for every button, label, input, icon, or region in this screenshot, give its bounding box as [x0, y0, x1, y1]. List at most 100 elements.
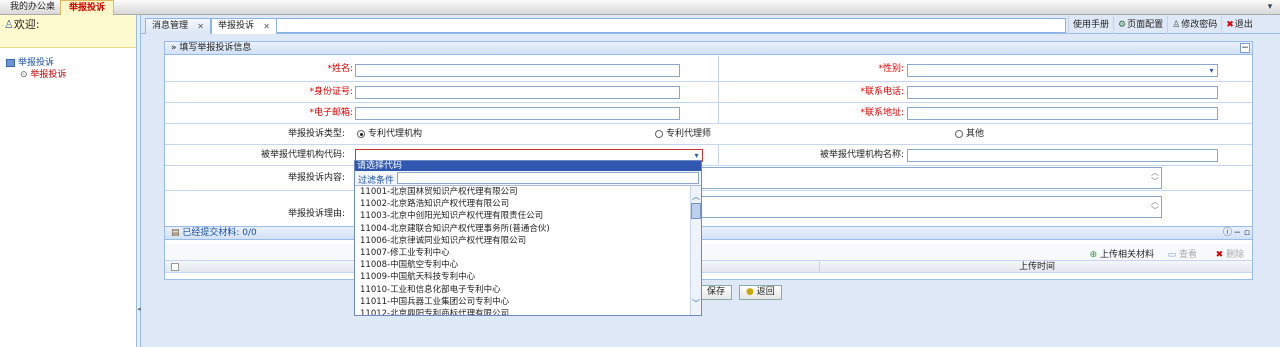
scroll-arrows-icon: ︿ ﹀ [1151, 168, 1159, 186]
chevron-down-icon[interactable]: ﹀ [692, 298, 700, 309]
dropdown-option[interactable]: 11007-修工业专利中心 [355, 247, 690, 259]
collapse-icon[interactable]: − [1240, 43, 1250, 53]
scrollbar-thumb[interactable] [691, 203, 701, 219]
tree-item-report-child[interactable]: ⊙ 举报投诉 [20, 67, 66, 80]
view-label: 查看 [1178, 250, 1197, 260]
top-toolbar: 使用手册 ⚙页面配置 ♙修改密码 ✖退出 [1068, 16, 1280, 34]
report-form-panel: » 填写举报投诉信息 − *姓名: *性别: ▾ *身份证号: *联系电话: *… [164, 41, 1253, 227]
close-icon[interactable]: ✕ [263, 19, 270, 34]
reason-label: 举报投诉理由: [287, 209, 345, 219]
radio-other[interactable]: 其他 [955, 127, 984, 141]
gender-label: *性别: [878, 64, 904, 74]
user-icon: ♙ [1172, 20, 1181, 30]
dropdown-scrollbar[interactable]: ︿ ﹀ [690, 186, 701, 315]
name-input[interactable] [355, 64, 680, 77]
filter-label: 过滤条件 [358, 176, 395, 186]
document-icon: ▤ [171, 228, 180, 238]
attachments-header: ▤ 已经提交材料: 0/0 ⓘ − ▫ [165, 227, 1252, 240]
radio-agency-label: 专利代理机构 [368, 129, 423, 139]
user-icon: ♙ [4, 18, 14, 31]
phone-label: *联系电话: [860, 87, 904, 97]
upload-label: 上传相关材料 [1099, 250, 1154, 260]
form-row-type: 举报投诉类型: 专利代理机构 专利代理师 其他 [165, 124, 1252, 145]
page-config-button[interactable]: ⚙页面配置 [1113, 16, 1167, 34]
agency-name-input[interactable] [907, 149, 1218, 162]
name-label: *姓名: [327, 64, 353, 74]
scroll-arrows-icon: ︿ ﹀ [1151, 197, 1159, 215]
top-tab-bar: 我的办公桌 举报投诉 ▾ [0, 0, 1280, 15]
view-icon: ▭ [1167, 250, 1177, 260]
id-label: *身份证号: [309, 87, 353, 97]
attachments-grid-header: 上传时间 [165, 261, 1252, 273]
dropdown-option[interactable]: 11003-北京中创阳光知识产权代理有限责任公司 [355, 210, 690, 222]
dropdown-option[interactable]: 11008-中国航空专利中心 [355, 259, 690, 271]
dropdown-option[interactable]: 11010-工业和信息化部电子专利中心 [355, 284, 690, 296]
chevron-down-icon[interactable]: ▾ [1264, 1, 1276, 13]
minimize-icon[interactable]: − [1233, 227, 1241, 240]
id-input[interactable] [355, 86, 680, 99]
gender-select[interactable]: ▾ [907, 64, 1218, 77]
radio-agent[interactable]: 专利代理师 [655, 127, 711, 141]
tab-strip-filler [276, 18, 1066, 33]
filter-input[interactable] [397, 172, 699, 184]
select-all-checkbox[interactable] [171, 263, 179, 271]
form-row-email: *电子邮箱: *联系地址: [165, 103, 1252, 124]
dropdown-option[interactable]: 11006-北京律诚同业知识产权代理有限公司 [355, 235, 690, 247]
left-nav-panel: ♙欢迎: 举报投诉 ⊙ 举报投诉 [0, 15, 137, 347]
top-tab-my-desk[interactable]: 我的办公桌 [2, 0, 63, 15]
chevron-down-icon: ▾ [694, 151, 699, 160]
save-button[interactable]: 保存 [700, 285, 733, 300]
back-button[interactable]: ● 返回 [739, 285, 782, 300]
logout-button[interactable]: ✖退出 [1221, 16, 1257, 34]
change-password-label: 修改密码 [1181, 20, 1218, 30]
delete-button[interactable]: ✖ 删除 [1216, 247, 1244, 260]
tab-messages[interactable]: 消息管理 ✕ [145, 18, 211, 34]
address-input[interactable] [907, 107, 1218, 120]
delete-label: 删除 [1225, 250, 1244, 260]
dropdown-option[interactable]: 11011-中国兵器工业集团公司专利中心 [355, 296, 690, 308]
info-icon[interactable]: ⓘ [1223, 227, 1232, 240]
email-label: *电子邮箱: [309, 108, 353, 118]
phone-input[interactable] [907, 86, 1218, 99]
chevron-down-icon: ▾ [1209, 66, 1214, 75]
upload-button[interactable]: ⊕ 上传相关材料 [1090, 247, 1154, 260]
dropdown-list[interactable]: 11001-北京国林贸知识产权代理有限公司 11002-北京路浩知识产权代理有限公… [355, 186, 690, 315]
dropdown-option[interactable]: 11009-中国航天科技专利中心 [355, 271, 690, 283]
maximize-icon[interactable]: ▫ [1244, 227, 1250, 240]
attachments-panel: ▤ 已经提交材料: 0/0 ⓘ − ▫ ⊕ 上传相关材料 ▭ 查看 ✖ 删除 上… [164, 226, 1253, 280]
form-row-content: 举报投诉内容: ︿ ﹀ [165, 166, 1252, 191]
radio-other-label: 其他 [966, 129, 985, 139]
dropdown-option[interactable]: 11001-北京国林贸知识产权代理有限公司 [355, 186, 690, 198]
close-icon[interactable]: ✕ [197, 19, 204, 34]
agency-name-label: 被举报代理机构名称: [819, 150, 904, 160]
welcome-text: 欢迎: [13, 18, 40, 31]
radio-agent-label: 专利代理师 [666, 129, 712, 139]
form-row-name: *姓名: *性别: ▾ [165, 56, 1252, 82]
chevron-up-icon[interactable]: ︿ [692, 191, 700, 202]
form-title: 填写举报投诉信息 [179, 43, 252, 53]
dropdown-header: 请选择代码 [355, 161, 701, 171]
email-input[interactable] [355, 107, 680, 120]
manual-button[interactable]: 使用手册 [1068, 16, 1113, 34]
column-divider [819, 261, 820, 273]
address-label: *联系地址: [860, 108, 904, 118]
dropdown-option[interactable]: 11002-北京路浩知识产权代理有限公司 [355, 198, 690, 210]
view-button[interactable]: ▭ 查看 [1168, 247, 1197, 260]
top-tab-report[interactable]: 举报投诉 [60, 0, 115, 15]
dropdown-option[interactable]: 11004-北京建联合知识产权代理事务所(普通合伙) [355, 223, 690, 235]
dropdown-filter-row: 过滤条件 [355, 171, 701, 186]
form-row-id: *身份证号: *联系电话: [165, 82, 1252, 103]
radio-dot [357, 129, 365, 138]
column-upload-time: 上传时间 [1019, 262, 1056, 272]
add-icon: ⊕ [1089, 250, 1098, 260]
agency-code-dropdown[interactable]: 请选择代码 过滤条件 11001-北京国林贸知识产权代理有限公司 11002-北京… [354, 160, 702, 316]
change-password-button[interactable]: ♙修改密码 [1167, 16, 1221, 34]
tab-messages-label: 消息管理 [152, 21, 189, 31]
attachments-title: 已经提交材料: 0/0 [182, 228, 257, 238]
content-label: 举报投诉内容: [287, 173, 345, 183]
double-chevron-icon: » [171, 43, 177, 53]
radio-agency[interactable]: 专利代理机构 [357, 127, 422, 141]
dropdown-option[interactable]: 11012-北京鼎阳专利商标代理有限公司 [355, 308, 690, 315]
tab-report[interactable]: 举报投诉 ✕ [211, 18, 277, 34]
close-icon: ✖ [1226, 20, 1234, 30]
